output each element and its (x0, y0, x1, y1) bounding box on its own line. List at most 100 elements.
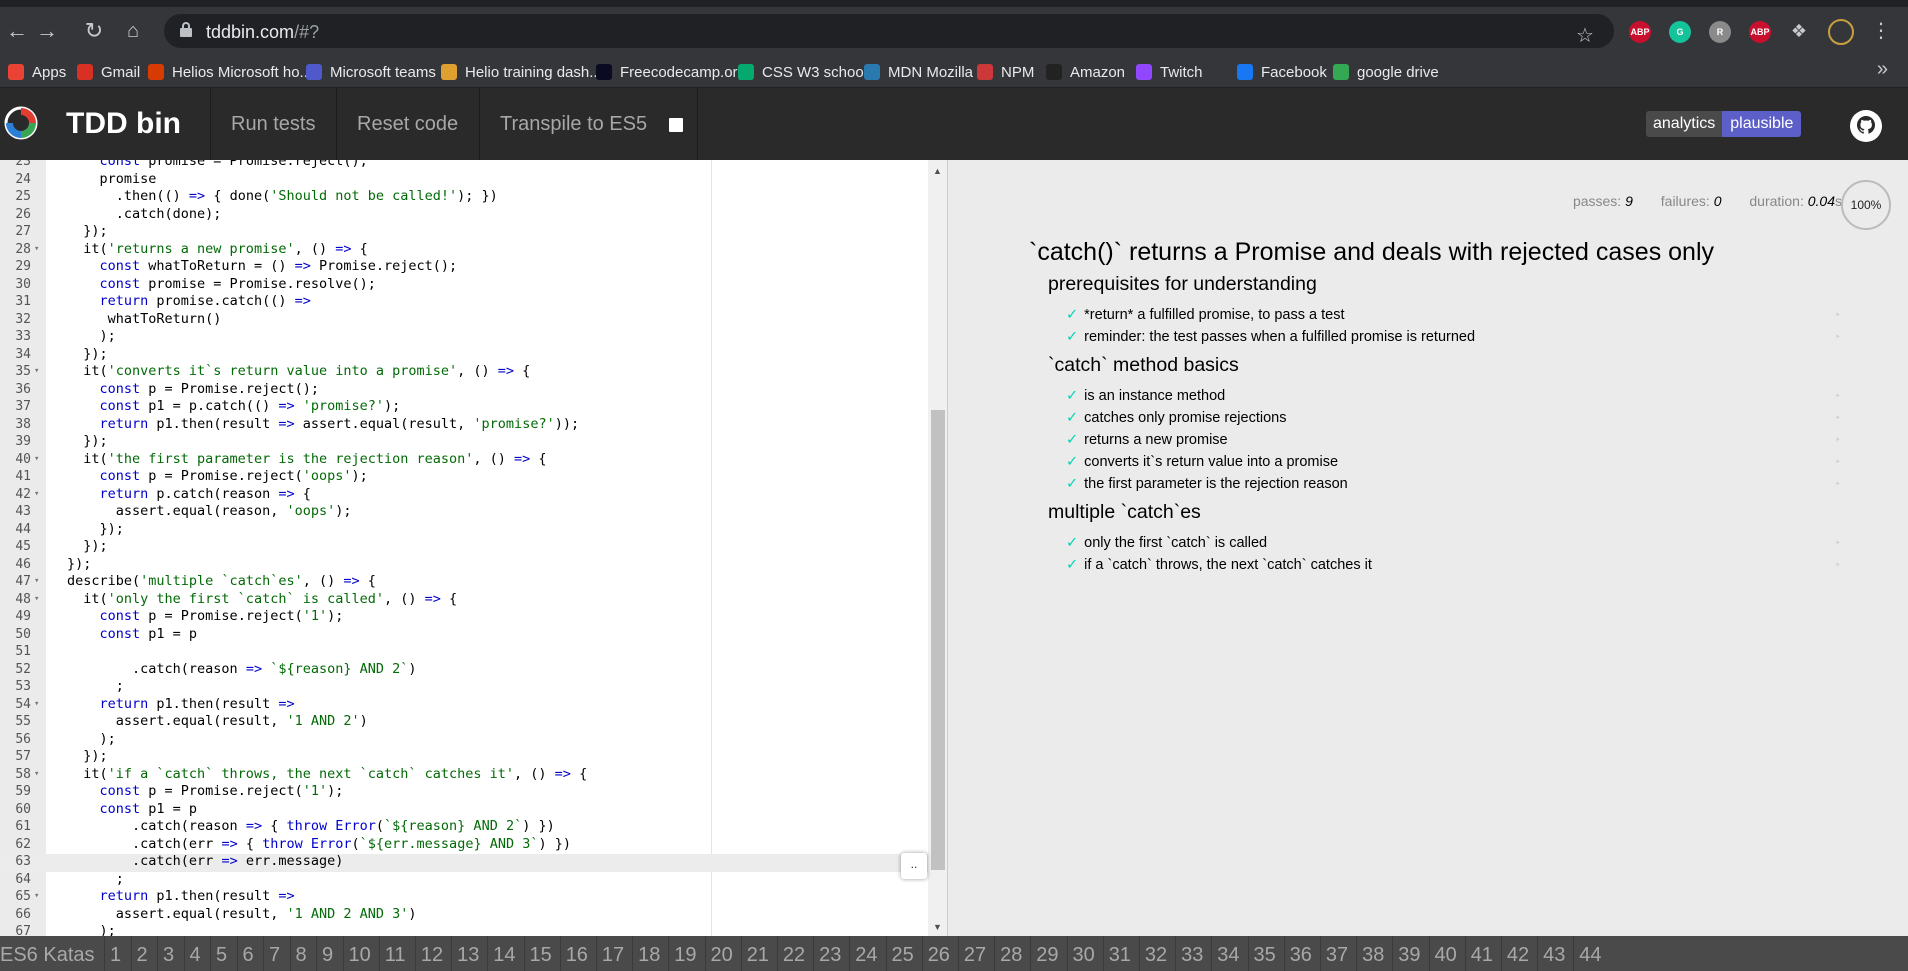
bookmark-apps-grid[interactable]: Apps (8, 62, 66, 82)
code-line[interactable]: 38 return p1.then(result => assert.equal… (0, 416, 928, 434)
scrollbar-thumb[interactable] (931, 410, 945, 870)
run-tests-button[interactable]: Run tests (231, 88, 315, 160)
adblock-disabled-icon[interactable]: ABP (1749, 21, 1771, 43)
fold-arrow-icon[interactable]: ▾ (34, 363, 39, 381)
code-line[interactable]: 25 .then(() => { done('Should not be cal… (0, 188, 928, 206)
code-line[interactable]: 63 .catch(err => err.message) (0, 853, 928, 871)
code-line[interactable]: 36 const p = Promise.reject(); (0, 381, 928, 399)
replay-icon[interactable]: ‣ (1835, 560, 1841, 571)
scroll-up-icon[interactable]: ▲ (933, 166, 942, 176)
code-line[interactable]: 62 .catch(err => { throw Error(`${err.me… (0, 836, 928, 854)
reader-icon[interactable]: R (1709, 21, 1731, 43)
fold-arrow-icon[interactable]: ▾ (34, 486, 39, 504)
code-line[interactable]: 39 }); (0, 433, 928, 451)
address-bar[interactable]: tddbin.com/#? (164, 14, 1614, 48)
passes-stat[interactable]: passes: 9 (1561, 193, 1633, 209)
kata-link[interactable]: 41 (1471, 936, 1493, 971)
fold-arrow-icon[interactable]: ▾ (34, 591, 39, 609)
code-line[interactable]: 52 .catch(reason => `${reason} AND 2`) (0, 661, 928, 679)
code-line[interactable]: 51 (0, 643, 928, 661)
transpile-es5-label[interactable]: Transpile to ES5 (500, 88, 647, 160)
bookmark-teams[interactable]: Microsoft teams (306, 62, 436, 82)
code-line[interactable]: 58 ▾ it('if a `catch` throws, the next `c… (0, 766, 928, 784)
code-line[interactable]: 41 const p = Promise.reject('oops'); (0, 468, 928, 486)
code-line[interactable]: 57 }); (0, 748, 928, 766)
code-line[interactable]: 37 const p1 = p.catch(() => 'promise?'); (0, 398, 928, 416)
replay-icon[interactable]: ‣ (1835, 310, 1841, 321)
code-line[interactable]: 54 ▾ return p1.then(result => (0, 696, 928, 714)
code-line[interactable]: 34 }); (0, 346, 928, 364)
replay-icon[interactable]: ‣ (1835, 457, 1841, 468)
kata-link[interactable]: 15 (530, 936, 552, 971)
code-line[interactable]: 30 const promise = Promise.resolve(); (0, 276, 928, 294)
code-line[interactable]: 40 ▾ it('the first parameter is the rejec… (0, 451, 928, 469)
bookmark-npm[interactable]: NPM (977, 62, 1034, 82)
code-line[interactable]: 31 return promise.catch(() => (0, 293, 928, 311)
kata-link[interactable]: 16 (566, 936, 588, 971)
code-line[interactable]: 44 }); (0, 521, 928, 539)
kata-link[interactable]: 28 (1000, 936, 1022, 971)
bookmark-helio[interactable]: Helio training dash... (441, 62, 602, 82)
suite-title[interactable]: `catch()` returns a Promise and deals wi… (1029, 238, 1714, 267)
code-line[interactable]: 47 ▾ describe('multiple `catch`es', () => … (0, 573, 928, 591)
kata-link[interactable]: 42 (1507, 936, 1529, 971)
grammarly-icon[interactable]: G (1669, 21, 1691, 43)
fold-arrow-icon[interactable]: ▾ (34, 696, 39, 714)
kata-link[interactable]: 37 (1326, 936, 1348, 971)
code-line[interactable]: 26 .catch(done); (0, 206, 928, 224)
bookmark-facebook[interactable]: Facebook (1237, 62, 1327, 82)
fold-arrow-icon[interactable]: ▾ (34, 888, 39, 906)
kata-link[interactable]: 18 (638, 936, 660, 971)
code-line[interactable]: 56 ); (0, 731, 928, 749)
kata-link[interactable]: 24 (855, 936, 877, 971)
replay-icon[interactable]: ‣ (1835, 538, 1841, 549)
bookmark-freecodecamp[interactable]: Freecodecamp.org (596, 62, 746, 82)
reset-code-button[interactable]: Reset code (357, 88, 458, 160)
code-line[interactable]: 60 const p1 = p (0, 801, 928, 819)
replay-icon[interactable]: ‣ (1835, 413, 1841, 424)
test-item[interactable]: ✓ the first parameter is the rejection re… (1066, 476, 1348, 492)
code-line[interactable]: 48 ▾ it('only the first `catch` is called… (0, 591, 928, 609)
code-line[interactable]: 49 const p = Promise.reject('1'); (0, 608, 928, 626)
code-line[interactable]: 45 }); (0, 538, 928, 556)
kata-link[interactable]: 3 (163, 936, 174, 971)
fold-arrow-icon[interactable]: ▾ (34, 766, 39, 784)
kata-link[interactable]: 2 (137, 936, 148, 971)
code-line[interactable]: 27 }); (0, 223, 928, 241)
kata-link[interactable]: 20 (711, 936, 733, 971)
test-item[interactable]: ✓ only the first `catch` is called (1066, 535, 1267, 551)
bookmark-gmail[interactable]: Gmail (77, 62, 140, 82)
kata-link[interactable]: 27 (964, 936, 986, 971)
browser-menu-icon[interactable]: ⋮ (1866, 16, 1896, 46)
kata-link[interactable]: 5 (216, 936, 227, 971)
kata-link[interactable]: 44 (1579, 936, 1601, 971)
test-item[interactable]: ✓ *return* a fulfilled promise, to pass a… (1066, 307, 1344, 323)
code-line[interactable]: 46}); (0, 556, 928, 574)
code-line[interactable]: 35 ▾ it('converts it`s return value into … (0, 363, 928, 381)
kata-link[interactable]: 10 (349, 936, 371, 971)
kata-link[interactable]: 26 (928, 936, 950, 971)
code-line[interactable]: 42 ▾ return p.catch(reason => { (0, 486, 928, 504)
test-group-title[interactable]: prerequisites for understanding (1048, 273, 1317, 296)
code-line[interactable]: 59 const p = Promise.reject('1'); (0, 783, 928, 801)
kata-link[interactable]: 8 (296, 936, 307, 971)
kata-link[interactable]: 40 (1435, 936, 1457, 971)
kata-link[interactable]: 25 (892, 936, 914, 971)
kata-link[interactable]: 30 (1073, 936, 1095, 971)
kata-link[interactable]: 11 (385, 936, 406, 971)
bookmark-amazon[interactable]: Amazon (1046, 62, 1125, 82)
fold-arrow-icon[interactable]: ▾ (34, 451, 39, 469)
code-line[interactable]: 23 const promise = Promise.reject(); (0, 160, 928, 171)
code-line[interactable]: 53 ; (0, 678, 928, 696)
code-line[interactable]: 66 assert.equal(result, '1 AND 2 AND 3') (0, 906, 928, 924)
kata-link[interactable]: 39 (1398, 936, 1420, 971)
kata-link[interactable]: 17 (602, 936, 624, 971)
kata-link[interactable]: 43 (1543, 936, 1565, 971)
kata-link[interactable]: 29 (1036, 936, 1058, 971)
code-editor[interactable]: 23 const promise = Promise.reject(); 24 p… (0, 160, 948, 936)
kata-link[interactable]: 9 (322, 936, 333, 971)
home-icon[interactable]: ⌂ (118, 16, 148, 46)
code-line[interactable]: 65 ▾ return p1.then(result => (0, 888, 928, 906)
transpile-es5-checkbox[interactable] (669, 118, 683, 132)
kata-link[interactable]: 31 (1109, 936, 1131, 971)
